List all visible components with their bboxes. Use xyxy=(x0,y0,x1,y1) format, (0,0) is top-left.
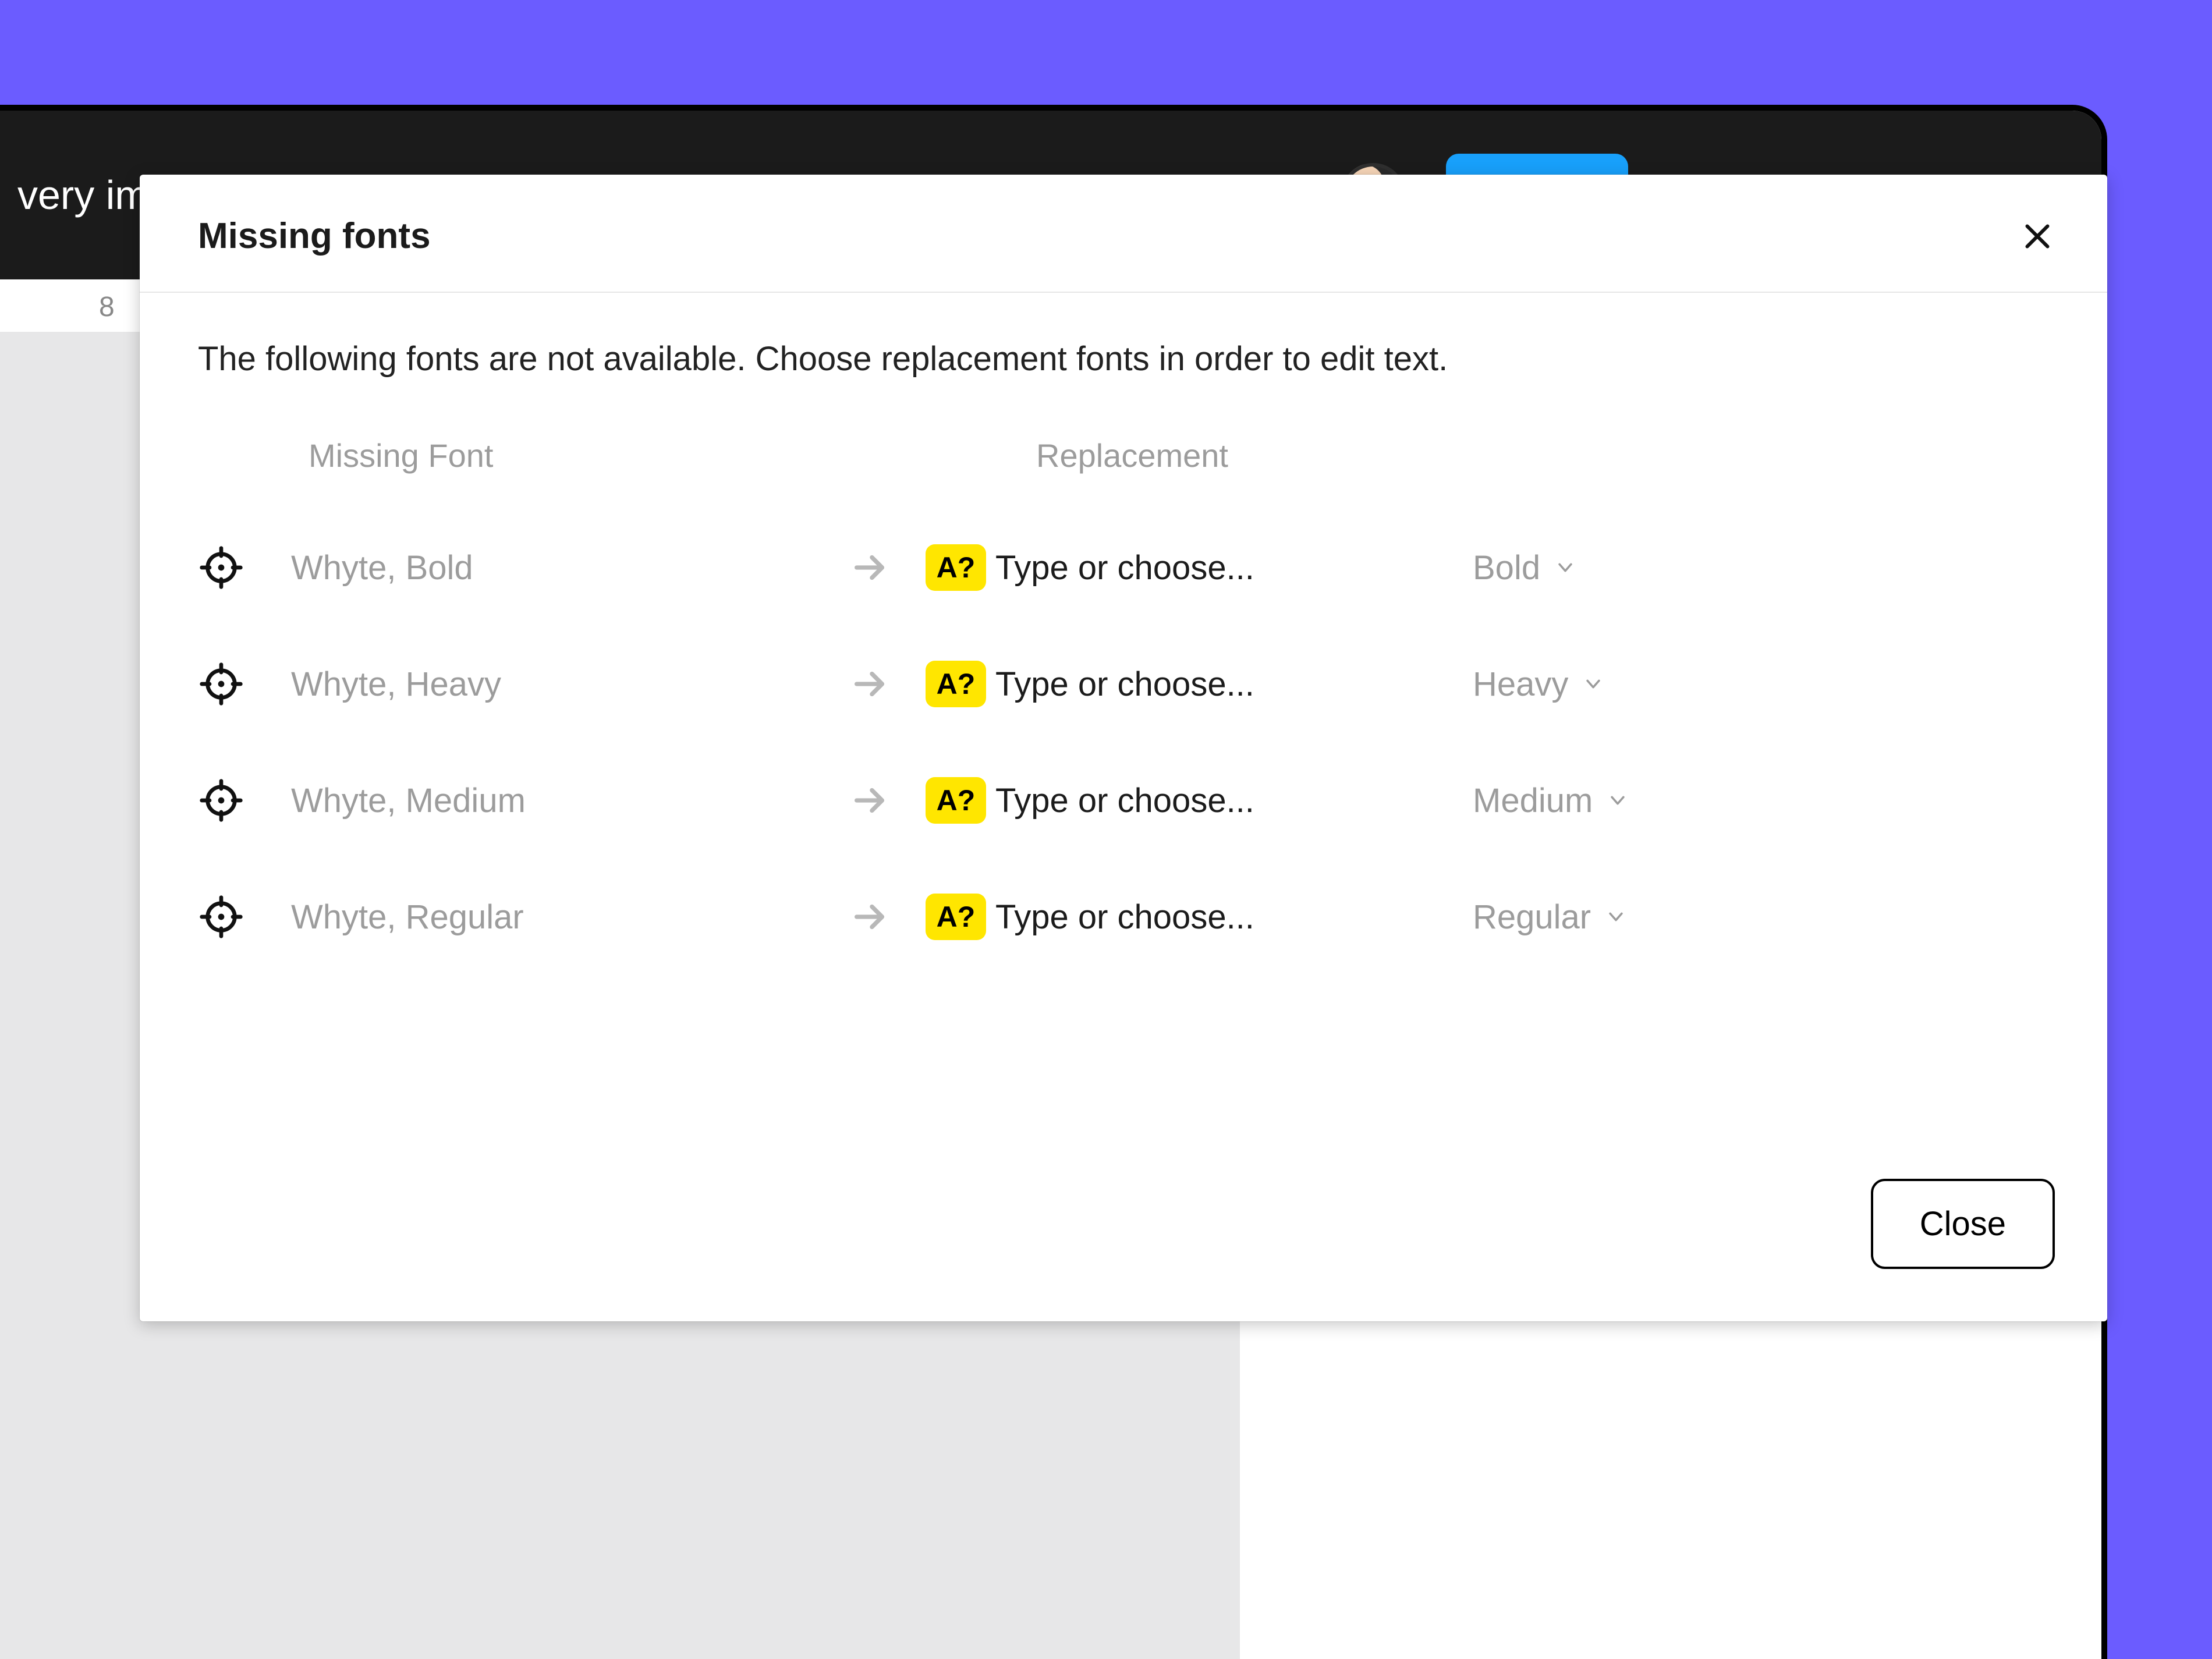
table-row: Whyte, Heavy A? Type or choose... Heavy xyxy=(198,626,2049,742)
chevron-down-icon xyxy=(1555,558,1575,577)
arrow-right-icon xyxy=(850,780,891,821)
close-icon[interactable] xyxy=(2020,219,2055,254)
arrow-right-icon xyxy=(850,896,891,937)
table-row: Whyte, Bold A? Type or choose... Bold xyxy=(198,509,2049,626)
weight-select[interactable]: Bold xyxy=(1473,548,2049,587)
dialog-header: Missing fonts xyxy=(140,175,2107,293)
weight-select[interactable]: Heavy xyxy=(1473,665,2049,704)
replacement-font-input[interactable]: Type or choose... xyxy=(995,898,1473,937)
missing-font-name: Whyte, Regular xyxy=(291,898,850,937)
chevron-down-icon xyxy=(1583,674,1603,694)
replacement-font-input[interactable]: Type or choose... xyxy=(995,548,1473,587)
dialog-body: The following fonts are not available. C… xyxy=(140,293,2107,1179)
weight-value: Medium xyxy=(1473,781,1593,820)
target-icon[interactable] xyxy=(198,661,244,707)
column-missing: Missing Font xyxy=(309,437,960,474)
table-header: Missing Font Replacement xyxy=(198,437,2049,474)
arrow-right-icon xyxy=(850,547,891,588)
weight-value: Heavy xyxy=(1473,665,1568,704)
target-icon[interactable] xyxy=(198,894,244,940)
dialog-description: The following fonts are not available. C… xyxy=(198,339,2049,378)
missing-font-badge-icon: A? xyxy=(926,661,986,707)
replacement-font-input[interactable]: Type or choose... xyxy=(995,781,1473,820)
font-table: Missing Font Replacement Whyte, Bold A? … xyxy=(198,437,2049,975)
close-button[interactable]: Close xyxy=(1871,1179,2055,1269)
missing-font-badge-icon: A? xyxy=(926,894,986,940)
weight-select[interactable]: Medium xyxy=(1473,781,2049,820)
weight-value: Bold xyxy=(1473,548,1540,587)
arrow-right-icon xyxy=(850,664,891,704)
table-row: Whyte, Medium A? Type or choose... Mediu… xyxy=(198,742,2049,859)
missing-font-name: Whyte, Heavy xyxy=(291,665,850,704)
chevron-down-icon xyxy=(1606,907,1626,927)
weight-select[interactable]: Regular xyxy=(1473,898,2049,937)
frame-label: 8 xyxy=(99,291,115,323)
column-replacement: Replacement xyxy=(1036,437,1583,474)
missing-font-badge-icon: A? xyxy=(926,777,986,824)
table-row: Whyte, Regular A? Type or choose... Regu… xyxy=(198,859,2049,975)
chevron-down-icon xyxy=(1608,790,1628,810)
missing-font-name: Whyte, Medium xyxy=(291,781,850,820)
weight-value: Regular xyxy=(1473,898,1591,937)
dialog-footer: Close xyxy=(140,1179,2107,1321)
replacement-font-input[interactable]: Type or choose... xyxy=(995,665,1473,704)
missing-fonts-dialog: Missing fonts The following fonts are no… xyxy=(140,175,2107,1321)
target-icon[interactable] xyxy=(198,777,244,824)
missing-font-badge-icon: A? xyxy=(926,544,986,591)
target-icon[interactable] xyxy=(198,544,244,591)
dialog-title: Missing fonts xyxy=(198,215,431,257)
missing-font-name: Whyte, Bold xyxy=(291,548,850,587)
